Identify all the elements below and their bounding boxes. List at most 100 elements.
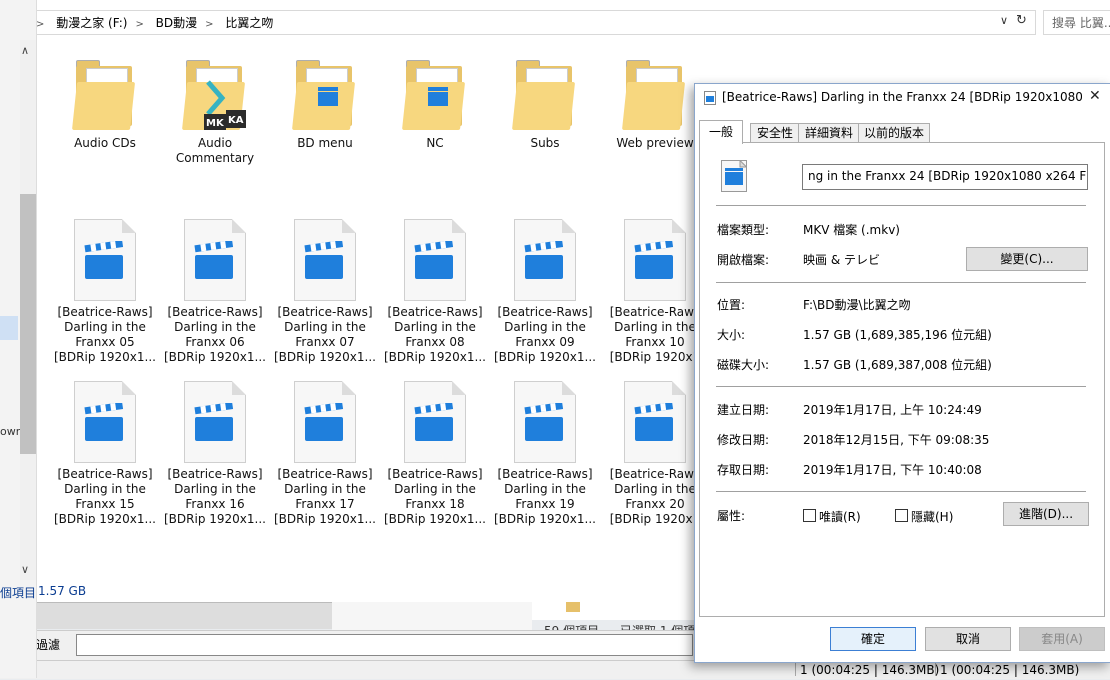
advanced-button[interactable]: 進階(D)... [1003, 502, 1089, 526]
scrollbar-thumb[interactable] [20, 194, 36, 454]
file-name-line: [Beatrice-Raws] [167, 467, 263, 481]
file-name-line: [BDRip 1920x1... [494, 350, 596, 364]
breadcrumb-item[interactable]: BD動漫 [156, 16, 197, 30]
video-file-icon [624, 381, 686, 463]
file-name-line: Franxx 16 [185, 497, 245, 511]
file-name-line: [BDRip 1920x1... [54, 350, 156, 364]
status-selection-info: 1 (00:04:25 | 146.3MB) [800, 663, 940, 677]
chevron-right-icon[interactable]: > [135, 19, 143, 30]
divider [716, 491, 1086, 492]
folder-icon [566, 602, 580, 612]
file-name-line: Franxx 17 [295, 497, 355, 511]
navigation-pane-selected-item[interactable] [0, 316, 18, 340]
ok-button[interactable]: 確定 [830, 627, 916, 651]
created-label: 建立日期: [717, 403, 770, 417]
chevron-right-icon[interactable]: > [205, 19, 213, 30]
video-file-icon [74, 219, 136, 301]
video-file-item[interactable]: [Beatrice-Raws] Darling in the Franxx 15 [B… [50, 381, 160, 527]
file-name-line: Darling in the [504, 320, 586, 334]
readonly-checkbox[interactable] [803, 509, 816, 522]
folder-icon [622, 58, 688, 136]
folder-item[interactable]: BD menu [270, 58, 380, 151]
opens-with-value: 映画 & テレビ [803, 253, 880, 267]
video-file-item[interactable]: [Beatrice-Raws] Darling in the Franxx 05 [B… [50, 219, 160, 365]
file-name-line: Darling in the [64, 482, 146, 496]
file-name-line: [BDRip 1920x1... [384, 350, 486, 364]
video-file-icon [404, 219, 466, 301]
video-file-item[interactable]: [Beatrice-Raws] Darling in the Franxx 08 [B… [380, 219, 490, 365]
video-file-item[interactable]: [Beatrice-Raws] Darling in the Franxx 07 [B… [270, 219, 380, 365]
file-name-line: Franxx 09 [515, 335, 575, 349]
general-tab-panel [699, 142, 1105, 617]
location-value: F:\BD動漫\比翼之吻 [803, 298, 911, 312]
folder-item[interactable]: NC [380, 58, 490, 151]
svg-text:MK: MK [206, 118, 225, 129]
folder-icon [512, 58, 578, 136]
file-name-line: Darling in the [174, 482, 256, 496]
video-file-icon [294, 381, 356, 463]
modified-label: 修改日期: [717, 433, 770, 447]
folder-mka-icon: MK KA [182, 58, 248, 136]
tab-details[interactable]: 詳細資料 [798, 123, 860, 143]
close-icon[interactable]: ✕ [1089, 88, 1101, 104]
divider [716, 205, 1086, 206]
file-name-line: [BDRip 1920x1... [164, 512, 266, 526]
chevron-right-icon[interactable]: > [36, 19, 44, 30]
location-label: 位置: [717, 298, 746, 312]
folder-item[interactable]: Audio CDs [50, 58, 160, 151]
apply-button[interactable]: 套用(A) [1019, 627, 1105, 651]
folder-label: BD menu [297, 136, 353, 150]
scroll-up-icon[interactable]: ∧ [21, 44, 29, 57]
breadcrumb-item[interactable]: 動漫之家 (F:) [56, 16, 127, 30]
breadcrumb-item[interactable]: 比翼之吻 [225, 16, 273, 30]
video-file-item[interactable]: [Beatrice-Raws] Darling in the Franxx 18 [B… [380, 381, 490, 527]
hidden-checkbox[interactable] [895, 509, 908, 522]
video-file-icon [514, 381, 576, 463]
file-name-line: Franxx 15 [75, 497, 135, 511]
background-file-list [532, 600, 697, 620]
refresh-icon[interactable]: ↻ [1016, 13, 1027, 28]
video-file-icon [624, 219, 686, 301]
hidden-label: 隱藏(H) [911, 510, 954, 524]
video-file-item[interactable]: [Beatrice-Raws] Darling in the Franxx 17 [B… [270, 381, 380, 527]
file-name-line: [Beatrice-Raws] [277, 467, 373, 481]
file-name-line: Franxx 06 [185, 335, 245, 349]
folder-item[interactable]: MK KA Audio Commentary [160, 58, 270, 166]
video-file-item[interactable]: [Beatrice-Raws] Darling in the Franxx 06 [B… [160, 219, 270, 365]
file-name-line: Darling in the [174, 320, 256, 334]
file-name-line: Darling in the [504, 482, 586, 496]
folder-item[interactable]: Subs [490, 58, 600, 151]
change-button[interactable]: 變更(C)... [966, 247, 1088, 271]
cancel-button[interactable]: 取消 [925, 627, 1011, 651]
tab-general[interactable]: 一般 [699, 120, 743, 144]
tab-security[interactable]: 安全性 [750, 123, 800, 143]
folder-icon [72, 58, 138, 136]
divider [716, 386, 1086, 387]
scroll-down-icon[interactable]: ∨ [21, 563, 29, 576]
folder-label: Audio Commentary [175, 136, 255, 165]
divider [716, 282, 1086, 283]
file-name-line: [BDRip 1920x1... [274, 512, 376, 526]
readonly-label: 唯讀(R) [819, 510, 861, 524]
video-file-icon [404, 381, 466, 463]
status-item-count: 個項目 [0, 586, 37, 600]
file-name-line: Franxx 18 [405, 497, 465, 511]
status-separator [795, 662, 796, 676]
breadcrumb: 本機> 動漫之家 (F:)> BD動漫> 比翼之吻 [4, 14, 273, 31]
video-file-icon [721, 160, 747, 192]
filter-input[interactable] [76, 634, 693, 656]
accessed-value: 2019年1月17日, 下午 10:40:08 [803, 463, 982, 477]
video-file-icon [704, 91, 716, 105]
video-file-item[interactable]: [Beatrice-Raws] Darling in the Franxx 09 [B… [490, 219, 600, 365]
file-name-line: [Beatrice-Raws] [497, 305, 593, 319]
tab-previous-versions[interactable]: 以前的版本 [858, 123, 930, 143]
video-file-icon [514, 219, 576, 301]
file-name-line: [BDRip 1920x1... [384, 512, 486, 526]
chevron-down-icon[interactable]: ∨ [1000, 14, 1008, 27]
video-file-item[interactable]: [Beatrice-Raws] Darling in the Franxx 19 [B… [490, 381, 600, 527]
file-name-value: ng in the Franxx 24 [BDRip 1920x1080 x26… [808, 169, 1086, 183]
file-name-line: [Beatrice-Raws] [277, 305, 373, 319]
file-name-line: Franxx 19 [515, 497, 575, 511]
dialog-title: [Beatrice-Raws] Darling in the Franxx 24… [722, 90, 1082, 104]
video-file-item[interactable]: [Beatrice-Raws] Darling in the Franxx 16 [B… [160, 381, 270, 527]
